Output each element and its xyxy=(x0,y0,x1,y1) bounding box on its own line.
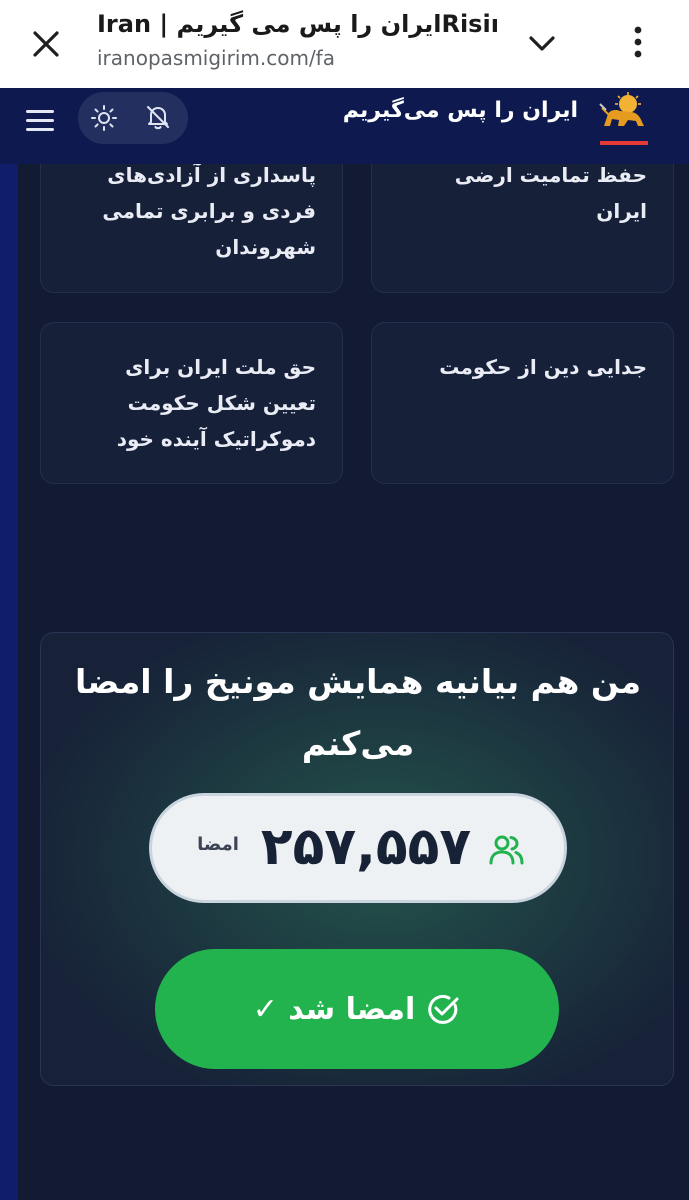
principle-text: حق ملت ایران برای تعیین شکل حکومت دموکرا… xyxy=(116,355,316,451)
principle-card: حفظ تمامیت ارضی ایران xyxy=(371,164,674,293)
page-edge xyxy=(0,164,18,1200)
menu-icon-bar xyxy=(26,118,54,122)
menu-button[interactable] xyxy=(22,102,58,138)
chevron-down-icon xyxy=(529,36,555,51)
users-icon xyxy=(489,835,524,865)
header-controls xyxy=(78,92,188,144)
sun-icon[interactable] xyxy=(90,104,118,132)
principle-card: حق ملت ایران برای تعیین شکل حکومت دموکرا… xyxy=(40,322,343,484)
signature-count: ۲۵۷,۵۵۷ xyxy=(260,817,472,877)
menu-icon-bar xyxy=(26,127,54,131)
petition-box: من هم بیانیه همایش مونیخ را امضا می‌کنم … xyxy=(40,632,674,1086)
petition-heading: من هم بیانیه همایش مونیخ را امضا می‌کنم xyxy=(74,662,642,763)
signed-label: امضا شد ✓ xyxy=(252,991,416,1027)
menu-icon xyxy=(26,109,54,113)
signature-count-label: امضا xyxy=(197,834,239,855)
page-title: Iran | ایران را پس می گیریمRising xyxy=(97,10,497,38)
site-header: ایران را پس می‌گیریم xyxy=(0,88,689,164)
principle-text: حفظ تمامیت ارضی ایران xyxy=(454,164,647,223)
more-options-button[interactable] xyxy=(616,18,660,66)
site-brand[interactable]: ایران را پس می‌گیریم xyxy=(343,98,578,138)
bell-off-icon[interactable] xyxy=(144,103,172,131)
check-circle-icon xyxy=(428,994,459,1024)
expand-button[interactable] xyxy=(520,24,564,64)
signature-counter: ۲۵۷,۵۵۷ امضا xyxy=(149,793,567,903)
principle-text: پاسداری از آزادی‌های فردی و برابری تمامی… xyxy=(102,164,316,259)
principle-card: پاسداری از آزادی‌های فردی و برابری تمامی… xyxy=(40,164,343,293)
principle-card: جدایی دین از حکومت xyxy=(371,322,674,484)
browser-toolbar: Iran | ایران را پس می گیریمRising iranop… xyxy=(0,0,689,88)
logo-underline xyxy=(600,141,648,145)
signed-button[interactable]: امضا شد ✓ xyxy=(155,949,559,1069)
more-vertical-icon xyxy=(634,26,642,58)
close-icon xyxy=(33,31,59,57)
principle-text: جدایی دین از حکومت xyxy=(439,355,647,379)
lion-and-sun-logo[interactable] xyxy=(598,92,650,132)
url-text[interactable]: iranopasmigirim.com/fa xyxy=(97,46,497,70)
close-button[interactable] xyxy=(22,20,70,68)
main-content: پاسداری از آزادی‌های فردی و برابری تمامی… xyxy=(0,164,689,1200)
